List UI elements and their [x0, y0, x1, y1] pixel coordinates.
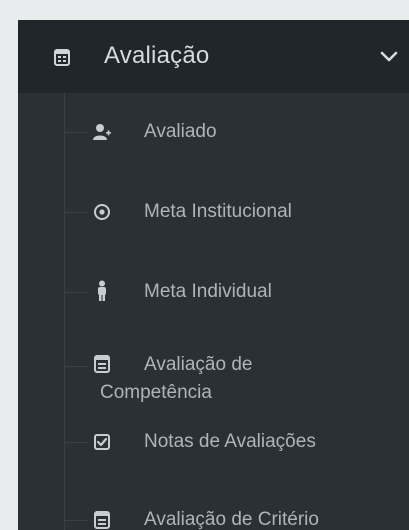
tree-branch	[64, 366, 88, 367]
calendar-icon	[92, 510, 112, 530]
menu-item-label: Meta Individual	[144, 281, 272, 302]
menu-item-label-line2: Competência	[100, 382, 212, 403]
menu-item-avaliado[interactable]: Avaliado	[18, 112, 409, 152]
menu-item-label: Avaliado	[144, 121, 217, 142]
menu-item-label-line1: Avaliação de	[144, 354, 253, 375]
menu-item-notas-avaliacoes[interactable]: Notas de Avaliações	[18, 422, 409, 462]
menu-avaliacao-header[interactable]: Avaliação	[18, 20, 409, 93]
menu-item-avaliacao-competencia[interactable]: Avaliação de Competência	[18, 348, 409, 406]
menu-item-label: Notas de Avaliações	[144, 431, 316, 452]
menu-item-meta-institucional[interactable]: Meta Institucional	[18, 192, 409, 232]
calendar-icon	[92, 354, 112, 374]
tree-branch	[64, 442, 88, 443]
tree-branch	[64, 132, 88, 133]
sidebar-menu: Avaliação Avaliado Meta Institucional Me…	[18, 20, 409, 530]
check-square-icon	[92, 432, 112, 452]
user-plus-icon	[92, 122, 112, 142]
menu-title: Avaliação	[104, 42, 210, 69]
menu-item-meta-individual[interactable]: Meta Individual	[18, 272, 409, 312]
tree-branch	[64, 520, 88, 521]
menu-item-label: Avaliação de Critério	[144, 509, 319, 530]
menu-item-label: Meta Institucional	[144, 201, 292, 222]
chevron-down-icon[interactable]	[379, 48, 399, 66]
target-icon	[92, 202, 112, 222]
tree-branch	[64, 212, 88, 213]
menu-item-avaliacao-criterio[interactable]: Avaliação de Critério	[18, 500, 409, 530]
person-icon	[92, 280, 112, 301]
tree-branch	[64, 292, 88, 293]
calendar-icon	[53, 48, 71, 66]
